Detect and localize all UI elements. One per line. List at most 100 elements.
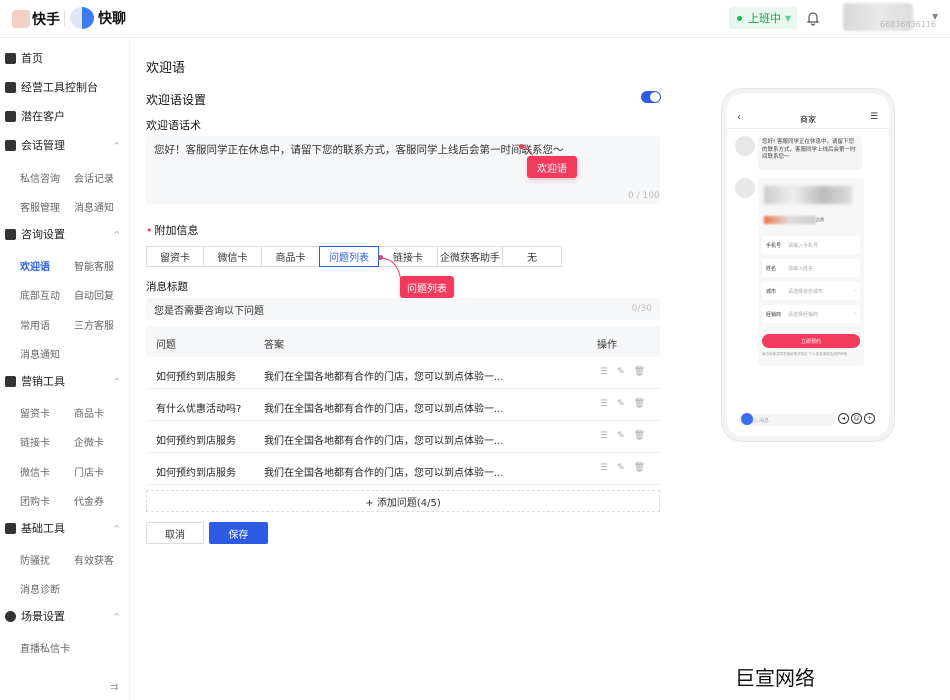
card-brand-image <box>764 216 816 224</box>
trash-icon[interactable]: 🗑 <box>634 431 645 441</box>
gear-icon <box>5 610 16 622</box>
col-question: 问题 <box>156 340 176 351</box>
attachment-tabs: 留资卡 微信卡 商品卡 问题列表 链接卡 企微获客助手 无 <box>146 246 562 267</box>
sidebar-sub-item[interactable]: 链接卡 <box>20 434 50 449</box>
table-row: 如何预约到店服务 我们在全国各地都有合作的门店，您可以到点体验一... ☰ ✎ 🗑 <box>146 453 660 485</box>
sidebar-sub-item[interactable]: 自动回复 <box>74 287 114 302</box>
watermark-text: 巨宣网络 <box>735 666 815 690</box>
sidebar-sub-item[interactable]: 三方客服 <box>74 317 114 332</box>
sidebar-group-marketing[interactable]: 营销工具 ^ <box>0 371 130 391</box>
sidebar-item-label: 场景设置 <box>21 610 65 623</box>
col-actions: 操作 <box>597 340 617 351</box>
sidebar-group-scenes[interactable]: 场景设置 ^ <box>0 606 130 626</box>
phone-field: 手机号 请输入手机号 <box>762 236 860 254</box>
sidebar-sub-item[interactable]: 消息通知 <box>20 346 60 361</box>
chevron-up-icon: ^ <box>113 140 120 150</box>
sidebar-sub-item[interactable]: 智能客服 <box>74 258 114 273</box>
edit-icon[interactable]: ✎ <box>617 399 625 409</box>
welcome-enable-toggle[interactable] <box>641 91 661 103</box>
tab-wechat-card[interactable]: 微信卡 <box>203 246 262 267</box>
trash-icon[interactable]: 🗑 <box>634 367 645 377</box>
lead-form-card: 品牌 手机号 请输入手机号 姓名 请输入姓名 城市 请选择省份城市 › 经销商 … <box>758 178 864 366</box>
drag-handle-icon[interactable]: ☰ <box>600 431 608 441</box>
col-answer: 答案 <box>264 340 284 351</box>
sidebar-item-leads[interactable]: 潜在客户 <box>0 106 130 126</box>
sidebar-group-consult[interactable]: 咨询设置 ^ <box>0 224 130 244</box>
sidebar-sub-item[interactable]: 有效获客 <box>74 552 114 567</box>
collapse-sidebar-icon[interactable]: ⇉ <box>110 682 118 693</box>
sidebar-item-label: 咨询设置 <box>21 228 65 241</box>
edit-icon[interactable]: ✎ <box>617 463 625 473</box>
save-button[interactable]: 保存 <box>209 522 268 544</box>
cancel-button[interactable]: 取消 <box>146 522 204 544</box>
sidebar-sub-item[interactable]: 消息诊断 <box>20 581 60 596</box>
field-placeholder: 请输入姓名 <box>788 265 814 272</box>
bell-icon[interactable] <box>806 10 820 26</box>
sidebar-sub-item[interactable]: 团购卡 <box>20 493 50 508</box>
sidebar-group-basic-tools[interactable]: 基础工具 ^ <box>0 518 130 538</box>
tab-question-list[interactable]: 问题列表 <box>319 246 379 267</box>
plus-icon: + <box>864 413 875 424</box>
msg-title-count: 0/30 <box>631 304 652 314</box>
row-answer: 我们在全国各地都有合作的门店，您可以到点体验一... <box>264 404 504 415</box>
row-question: 有什么优惠活动吗? <box>156 404 242 415</box>
sidebar-sub-item[interactable]: 留资卡 <box>20 405 50 420</box>
drag-handle-icon[interactable]: ☰ <box>600 367 608 377</box>
field-placeholder: 请选择经销商 <box>788 311 819 318</box>
sidebar-sub-item[interactable]: 常用语 <box>20 317 50 332</box>
drag-handle-icon[interactable]: ☰ <box>600 463 608 473</box>
merchant-avatar <box>735 178 755 198</box>
tab-none[interactable]: 无 <box>502 246 562 267</box>
sidebar-sub-item[interactable]: 会话记录 <box>74 170 114 185</box>
sidebar-sub-item[interactable]: 微信卡 <box>20 464 50 479</box>
dealer-field: 经销商 请选择经销商 › <box>762 305 860 323</box>
edit-icon[interactable]: ✎ <box>617 367 625 377</box>
sidebar-sub-item[interactable]: 门店卡 <box>74 464 104 479</box>
sidebar-sub-item[interactable]: 客服管理 <box>20 199 60 214</box>
kuaishou-logo[interactable]: 快手 <box>12 9 60 29</box>
work-status-dropdown[interactable]: 上班中 ▼ <box>729 7 797 29</box>
tab-lead-card[interactable]: 留资卡 <box>146 246 204 267</box>
sidebar-item-console[interactable]: 经营工具控制台 <box>0 77 130 97</box>
user-settings-icon <box>5 228 16 240</box>
field-label: 手机号 <box>766 242 782 249</box>
name-field: 姓名 请输入姓名 <box>762 259 860 277</box>
script-label: 欢迎语话术 <box>146 119 201 132</box>
row-question: 如何预约到店服务 <box>156 372 236 383</box>
field-label: 经销商 <box>766 311 782 318</box>
add-question-button[interactable]: + 添加问题(4/5) <box>146 490 660 512</box>
toggle-knob <box>650 92 660 102</box>
page-title: 欢迎语 <box>146 61 186 76</box>
user-menu-chevron-icon[interactable]: ▼ <box>932 12 938 21</box>
sidebar-sub-item[interactable]: 私信咨询 <box>20 170 60 185</box>
sidebar-sub-item-welcome[interactable]: 欢迎语 <box>20 258 50 273</box>
sidebar-sub-item[interactable]: 直播私信卡 <box>20 640 70 655</box>
kuailiao-logo[interactable]: 快聊 <box>70 7 126 29</box>
tab-product-card[interactable]: 商品卡 <box>261 246 320 267</box>
sidebar-sub-item[interactable]: 代金券 <box>74 493 104 508</box>
field-label: 姓名 <box>766 265 777 272</box>
merchant-avatar <box>735 136 755 156</box>
card-banner-image <box>764 186 852 204</box>
drag-handle-icon[interactable]: ☰ <box>600 399 608 409</box>
tab-wecom-assistant[interactable]: 企微获客助手 <box>437 246 503 267</box>
card-brand-chip: 品牌 <box>816 217 824 222</box>
section-title: 欢迎语设置 <box>146 93 207 107</box>
marketing-icon <box>5 375 16 387</box>
trash-icon[interactable]: 🗑 <box>634 399 645 409</box>
welcome-script-textarea[interactable]: 您好！客服同学正在休息中，请留下您的联系方式，客服同学上线后会第一时间联系您～ <box>146 136 660 204</box>
logo-divider <box>64 11 65 27</box>
edit-icon[interactable]: ✎ <box>617 431 625 441</box>
sidebar-item-home[interactable]: 首页 <box>0 48 130 68</box>
trash-icon[interactable]: 🗑 <box>634 463 645 473</box>
sidebar-group-session[interactable]: 会话管理 ^ <box>0 135 130 155</box>
sidebar-sub-item[interactable]: 防骚扰 <box>20 552 50 567</box>
script-char-count: 0 / 100 <box>628 191 660 201</box>
sidebar-sub-item[interactable]: 企微卡 <box>74 434 104 449</box>
sidebar-sub-item[interactable]: 消息通知 <box>74 199 114 214</box>
toolbox-icon <box>5 522 16 534</box>
sidebar-sub-item[interactable]: 商品卡 <box>74 405 104 420</box>
msg-title-input[interactable]: 您是否需要咨询以下问题 0/30 <box>146 298 660 320</box>
sidebar-sub-item[interactable]: 底部互动 <box>20 287 60 302</box>
emoji-icon: ☺ <box>851 413 862 424</box>
